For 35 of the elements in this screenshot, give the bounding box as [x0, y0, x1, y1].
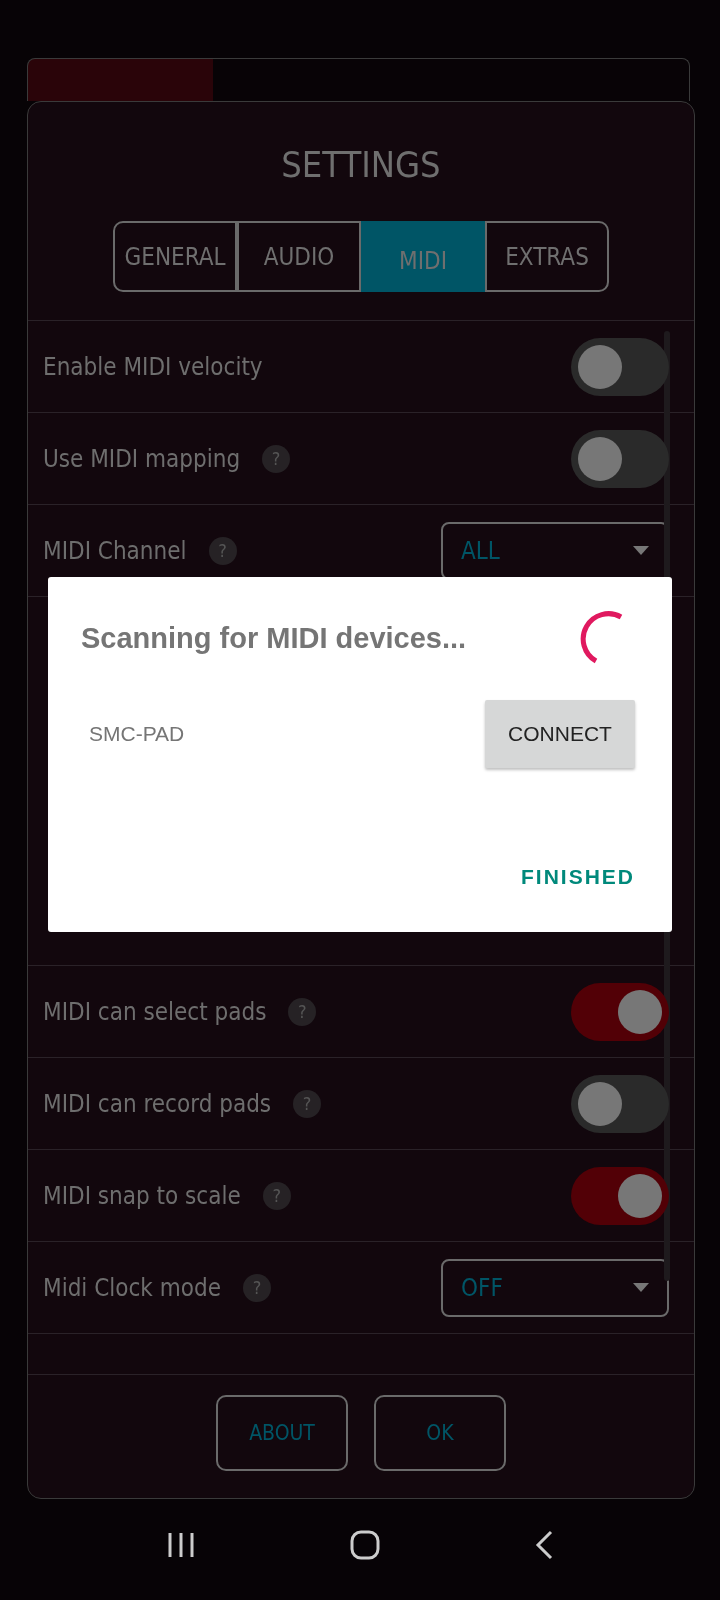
toggle-switch[interactable] [571, 1166, 669, 1225]
tab[interactable]: EXTRAS [485, 221, 609, 293]
setting-label: MIDI can select pads [43, 997, 267, 1026]
footer-button[interactable]: OK [374, 1395, 506, 1472]
device-name: SMC-PAD [89, 722, 185, 746]
setting-label: Use MIDI mapping [43, 444, 241, 473]
setting-label: Enable MIDI velocity [43, 352, 263, 381]
help-badge[interactable]: ? [208, 536, 237, 565]
dropdown[interactable]: OFF [441, 1258, 669, 1317]
setting-label: Midi Clock mode [43, 1273, 221, 1302]
setting-label: MIDI can record pads [43, 1089, 272, 1118]
help-badge[interactable]: ? [262, 1181, 291, 1210]
dialog-title: Scanning for MIDI devices... [81, 621, 467, 655]
tab[interactable]: AUDIO [237, 221, 361, 293]
caret-icon [633, 1283, 649, 1293]
toggle-switch[interactable] [571, 429, 669, 488]
settings-title: SETTINGS [280, 144, 442, 187]
help-badge[interactable]: ? [288, 997, 317, 1026]
connect-button[interactable]: CONNECT [485, 700, 635, 768]
tab[interactable]: GENERAL [113, 221, 237, 293]
footer-button[interactable]: ABOUT [216, 1395, 348, 1472]
help-badge[interactable]: ? [293, 1089, 322, 1118]
help-badge[interactable]: ? [242, 1273, 271, 1302]
toggle-switch[interactable] [571, 1074, 669, 1133]
back-icon[interactable] [534, 1530, 553, 1560]
toggle-switch[interactable] [571, 337, 669, 396]
toggle-switch[interactable] [571, 982, 669, 1041]
caret-icon [633, 546, 649, 556]
setting-label: MIDI Channel [43, 536, 187, 565]
finished-button[interactable]: FINISHED [521, 857, 635, 897]
recent-apps-icon[interactable] [167, 1531, 196, 1559]
home-icon[interactable] [350, 1530, 380, 1560]
tab[interactable]: MIDI [361, 221, 485, 293]
help-badge[interactable]: ? [262, 444, 291, 473]
setting-label: MIDI snap to scale [43, 1181, 241, 1210]
